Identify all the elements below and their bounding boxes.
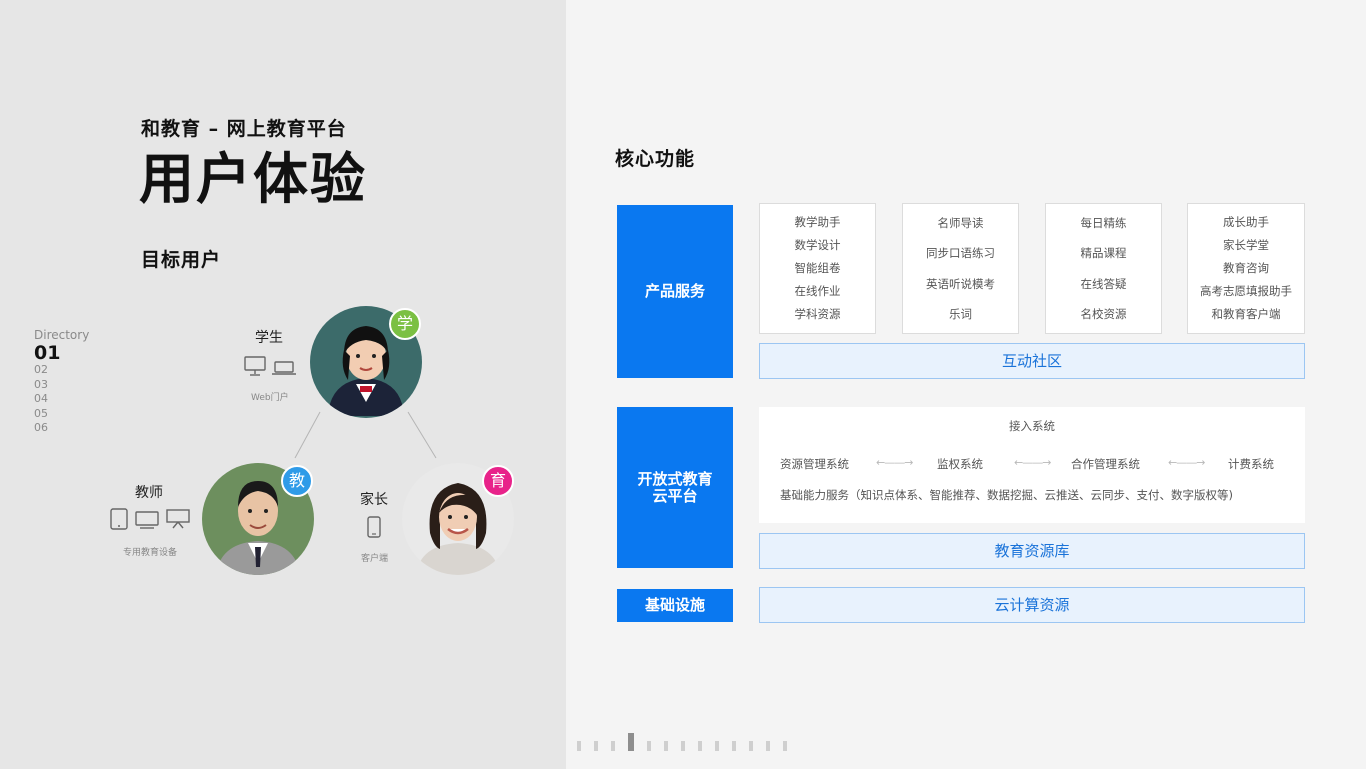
page-indicator <box>577 733 800 751</box>
bidirectional-arrow-icon: ←——→ <box>1168 456 1205 469</box>
parent-badge: 育 <box>482 465 514 497</box>
feature-card-growth: 成长助手 家长学堂 教育咨询 高考志愿填报助手 和教育客户端 <box>1187 203 1305 334</box>
card-item: 教学助手 <box>794 215 841 229</box>
card-item: 家长学堂 <box>1223 238 1269 252</box>
page-dot[interactable] <box>766 741 770 751</box>
teacher-badge: 教 <box>281 465 313 497</box>
desktop-icon <box>244 356 266 376</box>
page-dot[interactable] <box>681 741 685 751</box>
card-item: 智能组卷 <box>794 261 841 275</box>
infrastructure-block: 基础设施 <box>617 589 733 622</box>
product-service-block: 产品服务 <box>617 205 733 378</box>
card-item: 在线作业 <box>794 284 841 298</box>
student-badge: 学 <box>389 308 421 340</box>
card-item: 学科资源 <box>794 307 841 321</box>
page-dot[interactable] <box>577 741 581 751</box>
teacher-label: 教师 <box>135 485 163 501</box>
user-connector-lines <box>294 411 437 459</box>
monitor-icon <box>135 511 159 529</box>
card-item: 和教育客户端 <box>1211 307 1281 321</box>
card-item: 精品课程 <box>1080 246 1127 260</box>
teacher-device-caption: 专用教育设备 <box>123 548 178 558</box>
parent-label: 家长 <box>360 492 388 508</box>
right-panel <box>566 0 1366 769</box>
page-dot[interactable] <box>611 741 615 751</box>
student-device-caption: Web门户 <box>251 393 289 403</box>
page-dot[interactable] <box>732 741 736 751</box>
feature-card-teacher-guide: 名师导读 同步口语练习 英语听说模考 乐词 <box>902 203 1019 334</box>
system-auth: 监权系统 <box>937 457 983 471</box>
feature-card-teaching: 教学助手 数学设计 智能组卷 在线作业 学科资源 <box>759 203 876 334</box>
card-item: 数学设计 <box>794 238 841 252</box>
open-platform-block: 开放式教育 云平台 <box>617 407 733 568</box>
page-dot-active[interactable] <box>628 733 634 751</box>
education-library-bar: 教育资源库 <box>759 533 1305 569</box>
bidirectional-arrow-icon: ←——→ <box>876 456 913 469</box>
card-item: 乐词 <box>949 307 972 321</box>
card-item: 在线答疑 <box>1080 276 1127 291</box>
page-dot[interactable] <box>715 741 719 751</box>
card-item: 教育咨询 <box>1223 261 1269 275</box>
system-billing: 计费系统 <box>1228 457 1274 471</box>
access-system-label: 接入系统 <box>1009 419 1055 433</box>
tablet-icon <box>110 508 128 530</box>
basic-capability-services: 基础能力服务（知识点体系、智能推荐、数据挖掘、云推送、云同步、支付、数字版权等) <box>780 488 1233 502</box>
open-platform-label-line2: 云平台 <box>652 486 698 505</box>
card-item: 英语听说模考 <box>926 276 995 291</box>
cloud-resources-bar: 云计算资源 <box>759 587 1305 623</box>
page-dot[interactable] <box>664 741 668 751</box>
page-dot[interactable] <box>594 741 598 751</box>
bidirectional-arrow-icon: ←——→ <box>1014 456 1051 469</box>
card-item: 名师导读 <box>937 215 984 230</box>
page-dot[interactable] <box>698 741 702 751</box>
community-bar: 互动社区 <box>759 343 1305 379</box>
card-item: 每日精练 <box>1080 215 1127 230</box>
student-label: 学生 <box>255 330 283 346</box>
projector-icon <box>166 509 190 529</box>
core-features-title: 核心功能 <box>615 148 696 170</box>
card-item: 名校资源 <box>1080 307 1127 321</box>
page-dot[interactable] <box>783 741 787 751</box>
feature-card-daily-practice: 每日精练 精品课程 在线答疑 名校资源 <box>1045 203 1162 334</box>
card-item: 高考志愿填报助手 <box>1200 284 1292 298</box>
card-item: 成长助手 <box>1223 215 1269 229</box>
laptop-icon <box>272 361 296 376</box>
phone-icon <box>367 516 381 538</box>
system-partner-mgmt: 合作管理系统 <box>1071 457 1140 471</box>
open-platform-label-line1: 开放式教育 <box>637 469 713 488</box>
card-item: 同步口语练习 <box>926 246 995 260</box>
page-dot[interactable] <box>647 741 651 751</box>
system-resource-mgmt: 资源管理系统 <box>780 457 849 471</box>
parent-device-caption: 客户端 <box>361 554 389 564</box>
page-dot[interactable] <box>749 741 753 751</box>
